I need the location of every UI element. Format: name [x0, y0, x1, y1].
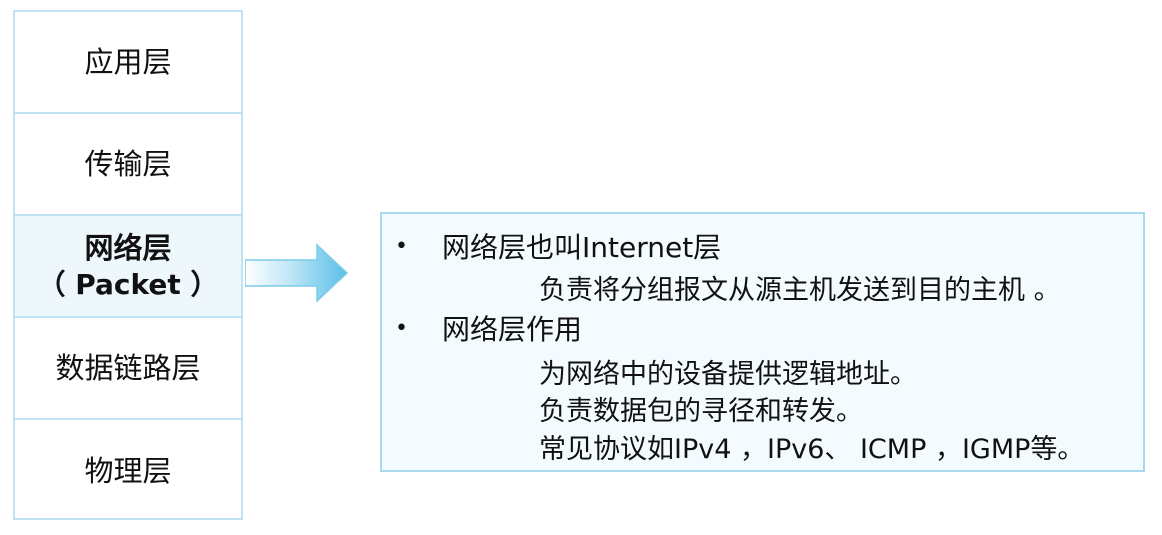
- osi-layer-stack: 应用层 传输层 网络层 （ Packet ） 数据链路层 物理层: [13, 10, 243, 520]
- bullet-detail: 常见协议如IPv4 ，IPv6、 ICMP ，IGMP等。: [539, 433, 1085, 465]
- layer-network: 网络层 （ Packet ）: [15, 216, 241, 318]
- layer-label: 网络层: [84, 231, 172, 266]
- layer-label: 应用层: [84, 44, 172, 79]
- layer-label: 物理层: [84, 453, 172, 488]
- right-arrow-icon: [245, 243, 349, 303]
- bullet-marker: •: [395, 233, 408, 259]
- layer-data-link: 数据链路层: [15, 318, 241, 420]
- layer-transport: 传输层: [15, 114, 241, 216]
- layer-application: 应用层: [15, 12, 241, 114]
- layer-label: 数据链路层: [55, 350, 201, 385]
- bullet-detail: 负责将分组报文从源主机发送到目的主机 。: [539, 274, 1061, 306]
- bullet-detail: 负责数据包的寻径和转发。: [539, 395, 863, 427]
- bullet-marker: •: [395, 315, 408, 341]
- bullet-title: 网络层也叫Internet层: [442, 231, 722, 264]
- layer-pdu-label: （ Packet ）: [37, 267, 219, 301]
- layer-physical: 物理层: [15, 420, 241, 522]
- bullet-title: 网络层作用: [442, 313, 583, 346]
- network-layer-description-panel: • 网络层也叫Internet层 负责将分组报文从源主机发送到目的主机 。 • …: [380, 212, 1145, 472]
- bullet-detail: 为网络中的设备提供逻辑地址。: [539, 358, 917, 390]
- layer-label: 传输层: [84, 146, 172, 181]
